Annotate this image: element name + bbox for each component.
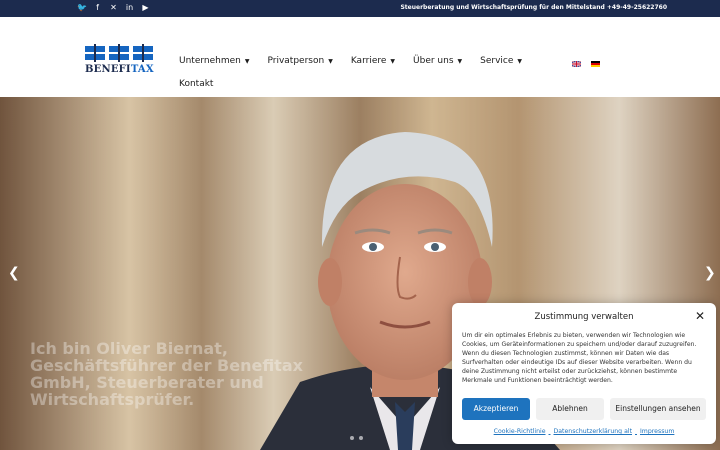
nav-item-privatperson[interactable]: Privatperson ▼: [267, 56, 332, 66]
main-nav: Unternehmen ▼ Privatperson ▼ Karriere ▼ Übe…: [179, 56, 540, 66]
nav-item-label: Service: [480, 56, 514, 66]
slider-next-arrow-icon[interactable]: ❯: [704, 265, 716, 281]
logo-text-part2: TAX: [130, 64, 154, 75]
nav-item-label: Karriere: [350, 56, 387, 66]
nav-item-label: Unternehmen: [179, 56, 241, 66]
caret-down-icon: ▼: [328, 57, 333, 65]
accept-button[interactable]: Akzeptieren: [462, 398, 530, 420]
nav-item-kontakt[interactable]: Kontakt: [179, 79, 213, 89]
cookie-title: Zustimmung verwalten: [534, 312, 634, 322]
slider-dots: [350, 436, 363, 440]
imprint-link[interactable]: Impressum: [640, 428, 674, 435]
language-switcher: [572, 61, 600, 67]
slider-prev-arrow-icon[interactable]: ❮: [8, 265, 20, 281]
logo[interactable]: BENEFITAX: [85, 44, 154, 86]
view-settings-button[interactable]: Einstellungen ansehen: [610, 398, 706, 420]
youtube-icon[interactable]: ▶: [141, 3, 150, 12]
caret-down-icon: ▼: [244, 57, 250, 65]
nav-item-karriere[interactable]: Karriere ▼: [351, 56, 395, 66]
cookie-consent-dialog: Zustimmung verwalten ✕ Um dir ein optima…: [452, 303, 716, 444]
close-icon[interactable]: ✕: [695, 309, 705, 323]
topbar: 🐦 f ✕ in ▶ Steuerberatung und Wirtschaft…: [0, 0, 720, 17]
uk-flag-icon[interactable]: [572, 61, 581, 67]
social-links: 🐦 f ✕ in ▶: [77, 3, 150, 12]
cookie-body-text: Um dir ein optimales Erlebnis zu bieten,…: [462, 332, 697, 384]
slider-dot[interactable]: [359, 436, 363, 440]
cookie-links: Cookie-Richtlinie Datenschutzerklärung a…: [452, 428, 716, 435]
slider-dot[interactable]: [350, 436, 354, 440]
logo-text-part1: BENEFI: [85, 64, 131, 75]
nav-item-unternehmen[interactable]: Unternehmen ▼: [179, 56, 249, 66]
nav-item-ueber-uns[interactable]: Über uns ▼: [413, 56, 462, 66]
nav-item-service[interactable]: Service ▼: [480, 56, 522, 66]
nav-item-label: Über uns: [413, 56, 454, 66]
privacy-policy-link[interactable]: Datenschutzerklärung alt: [553, 428, 632, 435]
caret-down-icon: ▼: [517, 57, 523, 65]
caret-down-icon: ▼: [390, 57, 396, 65]
facebook-icon[interactable]: f: [93, 3, 102, 12]
twitter-icon[interactable]: 🐦: [77, 3, 87, 12]
hero-caption: Ich bin Oliver Biernat, Geschäftsführer …: [30, 339, 303, 409]
xing-icon[interactable]: ✕: [109, 3, 118, 12]
caret-down-icon: ▼: [457, 57, 463, 65]
linkedin-icon[interactable]: in: [125, 3, 134, 12]
cookie-policy-link[interactable]: Cookie-Richtlinie: [494, 428, 546, 435]
german-flag-icon[interactable]: [591, 61, 600, 67]
deny-button[interactable]: Ablehnen: [536, 398, 604, 420]
logo-text: BENEFITAX: [85, 64, 154, 75]
logo-mark-icon: [85, 44, 153, 62]
site-header: BENEFITAX Unternehmen ▼ Privatperson ▼ Kar…: [0, 17, 720, 97]
nav-item-label: Privatperson: [267, 56, 325, 66]
topbar-tagline: Steuerberatung und Wirtschaftsprüfung fü…: [400, 4, 667, 11]
